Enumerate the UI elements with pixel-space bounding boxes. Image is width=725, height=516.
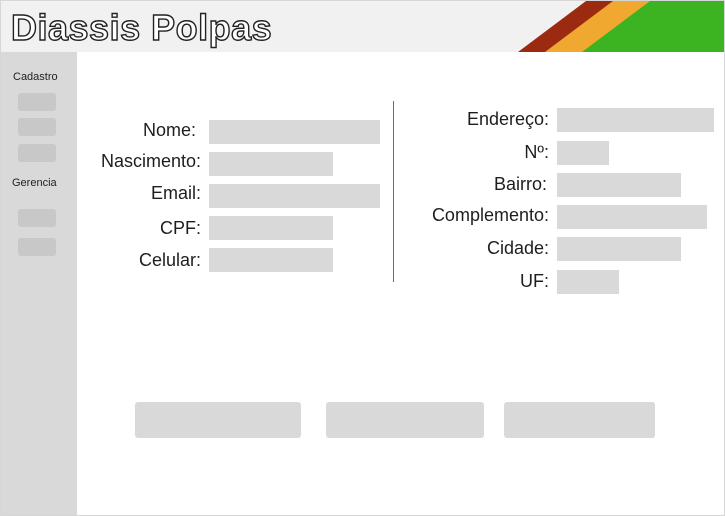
bairro-label: Bairro: bbox=[493, 174, 547, 194]
sidebar-item-cadastro-3[interactable] bbox=[18, 144, 56, 162]
action-button-3[interactable] bbox=[504, 402, 655, 438]
celular-label: Celular: bbox=[138, 250, 201, 270]
celular-input[interactable] bbox=[209, 248, 333, 272]
cidade-label: Cidade: bbox=[486, 238, 549, 258]
email-input[interactable] bbox=[209, 184, 380, 208]
nome-label: Nome: bbox=[142, 120, 196, 140]
sidebar-heading-cadastro: Cadastro bbox=[13, 71, 58, 83]
numero-label: Nº: bbox=[524, 142, 549, 162]
column-divider bbox=[393, 101, 394, 282]
sidebar-item-cadastro-1[interactable] bbox=[18, 93, 56, 111]
uf-input[interactable] bbox=[557, 270, 619, 294]
nome-input[interactable] bbox=[209, 120, 380, 144]
endereco-input[interactable] bbox=[557, 108, 714, 132]
brand-stripes bbox=[518, 1, 724, 52]
email-label: Email: bbox=[150, 183, 201, 203]
cpf-label: CPF: bbox=[159, 218, 201, 238]
sidebar-item-gerencia-2[interactable] bbox=[18, 238, 56, 256]
bairro-input[interactable] bbox=[557, 173, 681, 197]
numero-input[interactable] bbox=[557, 141, 609, 165]
nascimento-input[interactable] bbox=[209, 152, 333, 176]
sidebar-item-cadastro-2[interactable] bbox=[18, 118, 56, 136]
complemento-input[interactable] bbox=[557, 205, 707, 229]
action-button-1[interactable] bbox=[135, 402, 301, 438]
action-button-2[interactable] bbox=[326, 402, 484, 438]
sidebar: Cadastro Gerencia bbox=[1, 52, 77, 515]
cidade-input[interactable] bbox=[557, 237, 681, 261]
app-header: Diassis Polpas bbox=[1, 1, 724, 52]
sidebar-heading-gerencia: Gerencia bbox=[12, 177, 57, 189]
complemento-label: Complemento: bbox=[431, 205, 549, 225]
cpf-input[interactable] bbox=[209, 216, 333, 240]
nascimento-label: Nascimento: bbox=[100, 151, 201, 171]
sidebar-item-gerencia-1[interactable] bbox=[18, 209, 56, 227]
uf-label: UF: bbox=[520, 271, 549, 291]
endereco-label: Endereço: bbox=[466, 109, 549, 129]
